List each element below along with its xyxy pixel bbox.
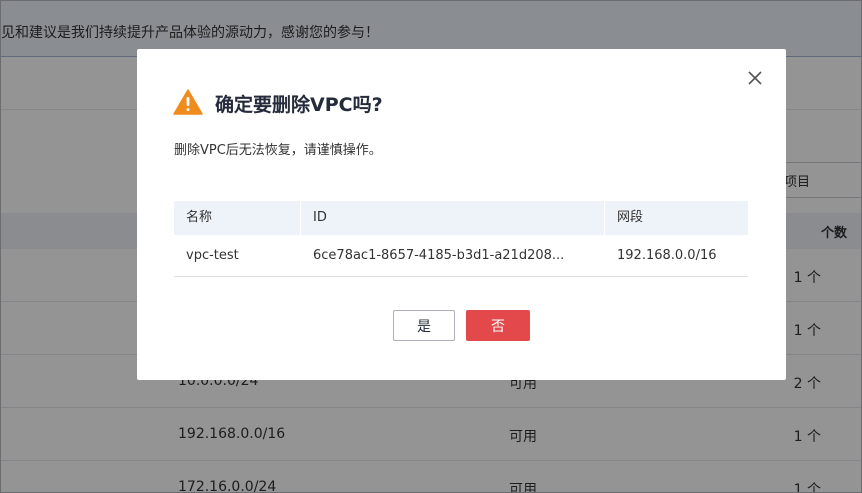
header-name: 名称 — [186, 210, 213, 225]
cell-id: 6ce78ac1-8657-4185-b3d1-a21d208... — [313, 248, 565, 263]
dialog-description: 删除VPC后无法恢复，请谨慎操作。 — [174, 143, 382, 158]
cell-name: vpc-test — [186, 248, 239, 263]
warning-icon — [173, 89, 203, 115]
table-row: vpc-test 6ce78ac1-8657-4185-b3d1-a21d208… — [174, 235, 748, 277]
detail-table-header: 名称 ID 网段 — [174, 201, 748, 235]
dialog-title: 确定要删除VPC吗? — [215, 94, 383, 116]
delete-vpc-dialog: 确定要删除VPC吗? 删除VPC后无法恢复，请谨慎操作。 名称 ID 网段 vp… — [137, 49, 786, 380]
header-cidr: 网段 — [617, 210, 644, 225]
cancel-button[interactable]: 否 — [466, 310, 530, 341]
close-icon[interactable] — [744, 67, 766, 89]
column-divider — [604, 201, 605, 235]
confirm-button[interactable]: 是 — [393, 310, 455, 341]
column-divider — [300, 201, 301, 235]
cell-cidr: 192.168.0.0/16 — [617, 248, 717, 263]
header-id: ID — [313, 210, 327, 225]
